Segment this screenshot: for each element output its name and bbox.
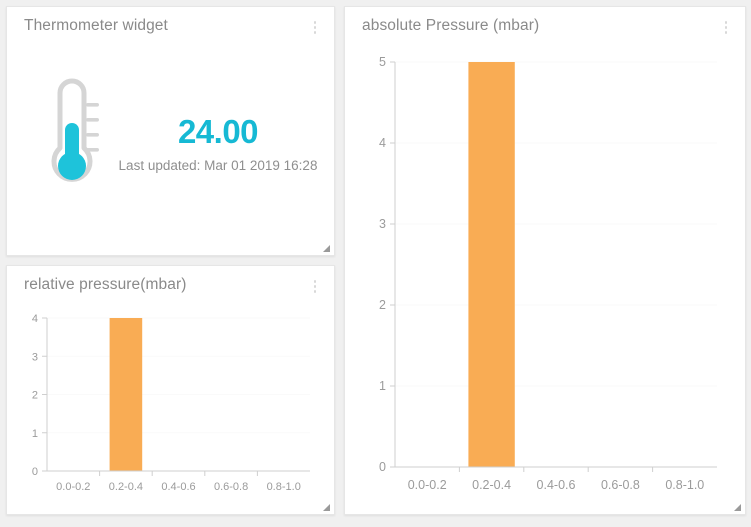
y-tick-label: 0: [379, 460, 386, 474]
card-header-thermometer: Thermometer widget: [7, 7, 334, 47]
absolute-pressure-card: absolute Pressure (mbar) 0 1 2 3 4 5 0.0-0.2 0.…: [344, 6, 746, 515]
card-header-absolute-pressure: absolute Pressure (mbar): [345, 7, 745, 47]
y-tick-label: 1: [32, 428, 38, 440]
y-tick-label: 2: [32, 390, 38, 402]
y-tick-label: 4: [32, 313, 38, 325]
absolute-pressure-chart-svg: 0 1 2 3 4 5 0.0-0.2 0.2-0.4 0.4-0.6 0.6-0.8 0.8-1.…: [379, 55, 717, 492]
card-header-relative-pressure: relative pressure(mbar): [7, 266, 334, 306]
resize-handle-icon[interactable]: [321, 502, 331, 512]
absolute-pressure-chart: 0 1 2 3 4 5 0.0-0.2 0.2-0.4 0.4-0.6 0.6-0.8 0.8-1.…: [345, 47, 745, 514]
x-tick-label: 0.0-0.2: [408, 478, 447, 492]
x-tick-label: 0.6-0.8: [601, 478, 640, 492]
x-tick-label: 0.4-0.6: [161, 481, 195, 493]
page-title-relative-pressure: relative pressure(mbar): [24, 276, 187, 293]
vertical-ellipsis-icon[interactable]: [720, 21, 732, 37]
resize-handle-icon[interactable]: [732, 502, 742, 512]
last-updated-text: Last updated: Mar 01 2019 16:28: [118, 157, 318, 173]
x-tick-label: 0.0-0.2: [56, 481, 90, 493]
y-tick-label: 4: [379, 136, 386, 150]
thermometer-icon: [39, 75, 105, 198]
relative-pressure-card: relative pressure(mbar) 0 1 2 3 4 0.0-0.2 0.2-…: [6, 265, 335, 515]
x-tick-label: 0.4-0.6: [537, 478, 576, 492]
x-tick-label: 0.2-0.4: [472, 478, 511, 492]
page-title-thermometer: Thermometer widget: [24, 17, 168, 34]
thermometer-readout: 24.00 Last updated: Mar 01 2019 16:28: [107, 113, 329, 173]
y-tick-label: 0: [32, 466, 38, 478]
dashboard: Thermometer widget 24.00 Last updated: M…: [0, 0, 751, 527]
vertical-ellipsis-icon[interactable]: [309, 280, 321, 296]
y-tick-label: 3: [379, 217, 386, 231]
x-tick-label: 0.2-0.4: [109, 481, 143, 493]
relative-pressure-chart: 0 1 2 3 4 0.0-0.2 0.2-0.4 0.4-0.6 0.6-0.8 0.8-1.0: [7, 306, 334, 514]
resize-handle-icon[interactable]: [321, 243, 331, 253]
y-tick-label: 2: [379, 298, 386, 312]
y-tick-label: 1: [379, 379, 386, 393]
x-tick-label: 0.8-1.0: [267, 481, 301, 493]
thermometer-body: 24.00 Last updated: Mar 01 2019 16:28: [7, 47, 334, 247]
vertical-ellipsis-icon[interactable]: [309, 21, 321, 37]
bar-0.2-0.4[interactable]: [109, 318, 143, 471]
x-tick-label: 0.8-1.0: [665, 478, 704, 492]
page-title-absolute-pressure: absolute Pressure (mbar): [362, 17, 540, 34]
bar-0.2-0.4[interactable]: [468, 62, 515, 467]
relative-pressure-chart-svg: 0 1 2 3 4 0.0-0.2 0.2-0.4 0.4-0.6 0.6-0.8 0.8-1.0: [32, 313, 310, 493]
thermometer-widget-card: Thermometer widget 24.00 Last updated: M…: [6, 6, 335, 256]
y-tick-label: 3: [32, 351, 38, 363]
y-tick-label: 5: [379, 55, 386, 69]
x-tick-label: 0.6-0.8: [214, 481, 248, 493]
temperature-value: 24.00: [177, 113, 259, 150]
